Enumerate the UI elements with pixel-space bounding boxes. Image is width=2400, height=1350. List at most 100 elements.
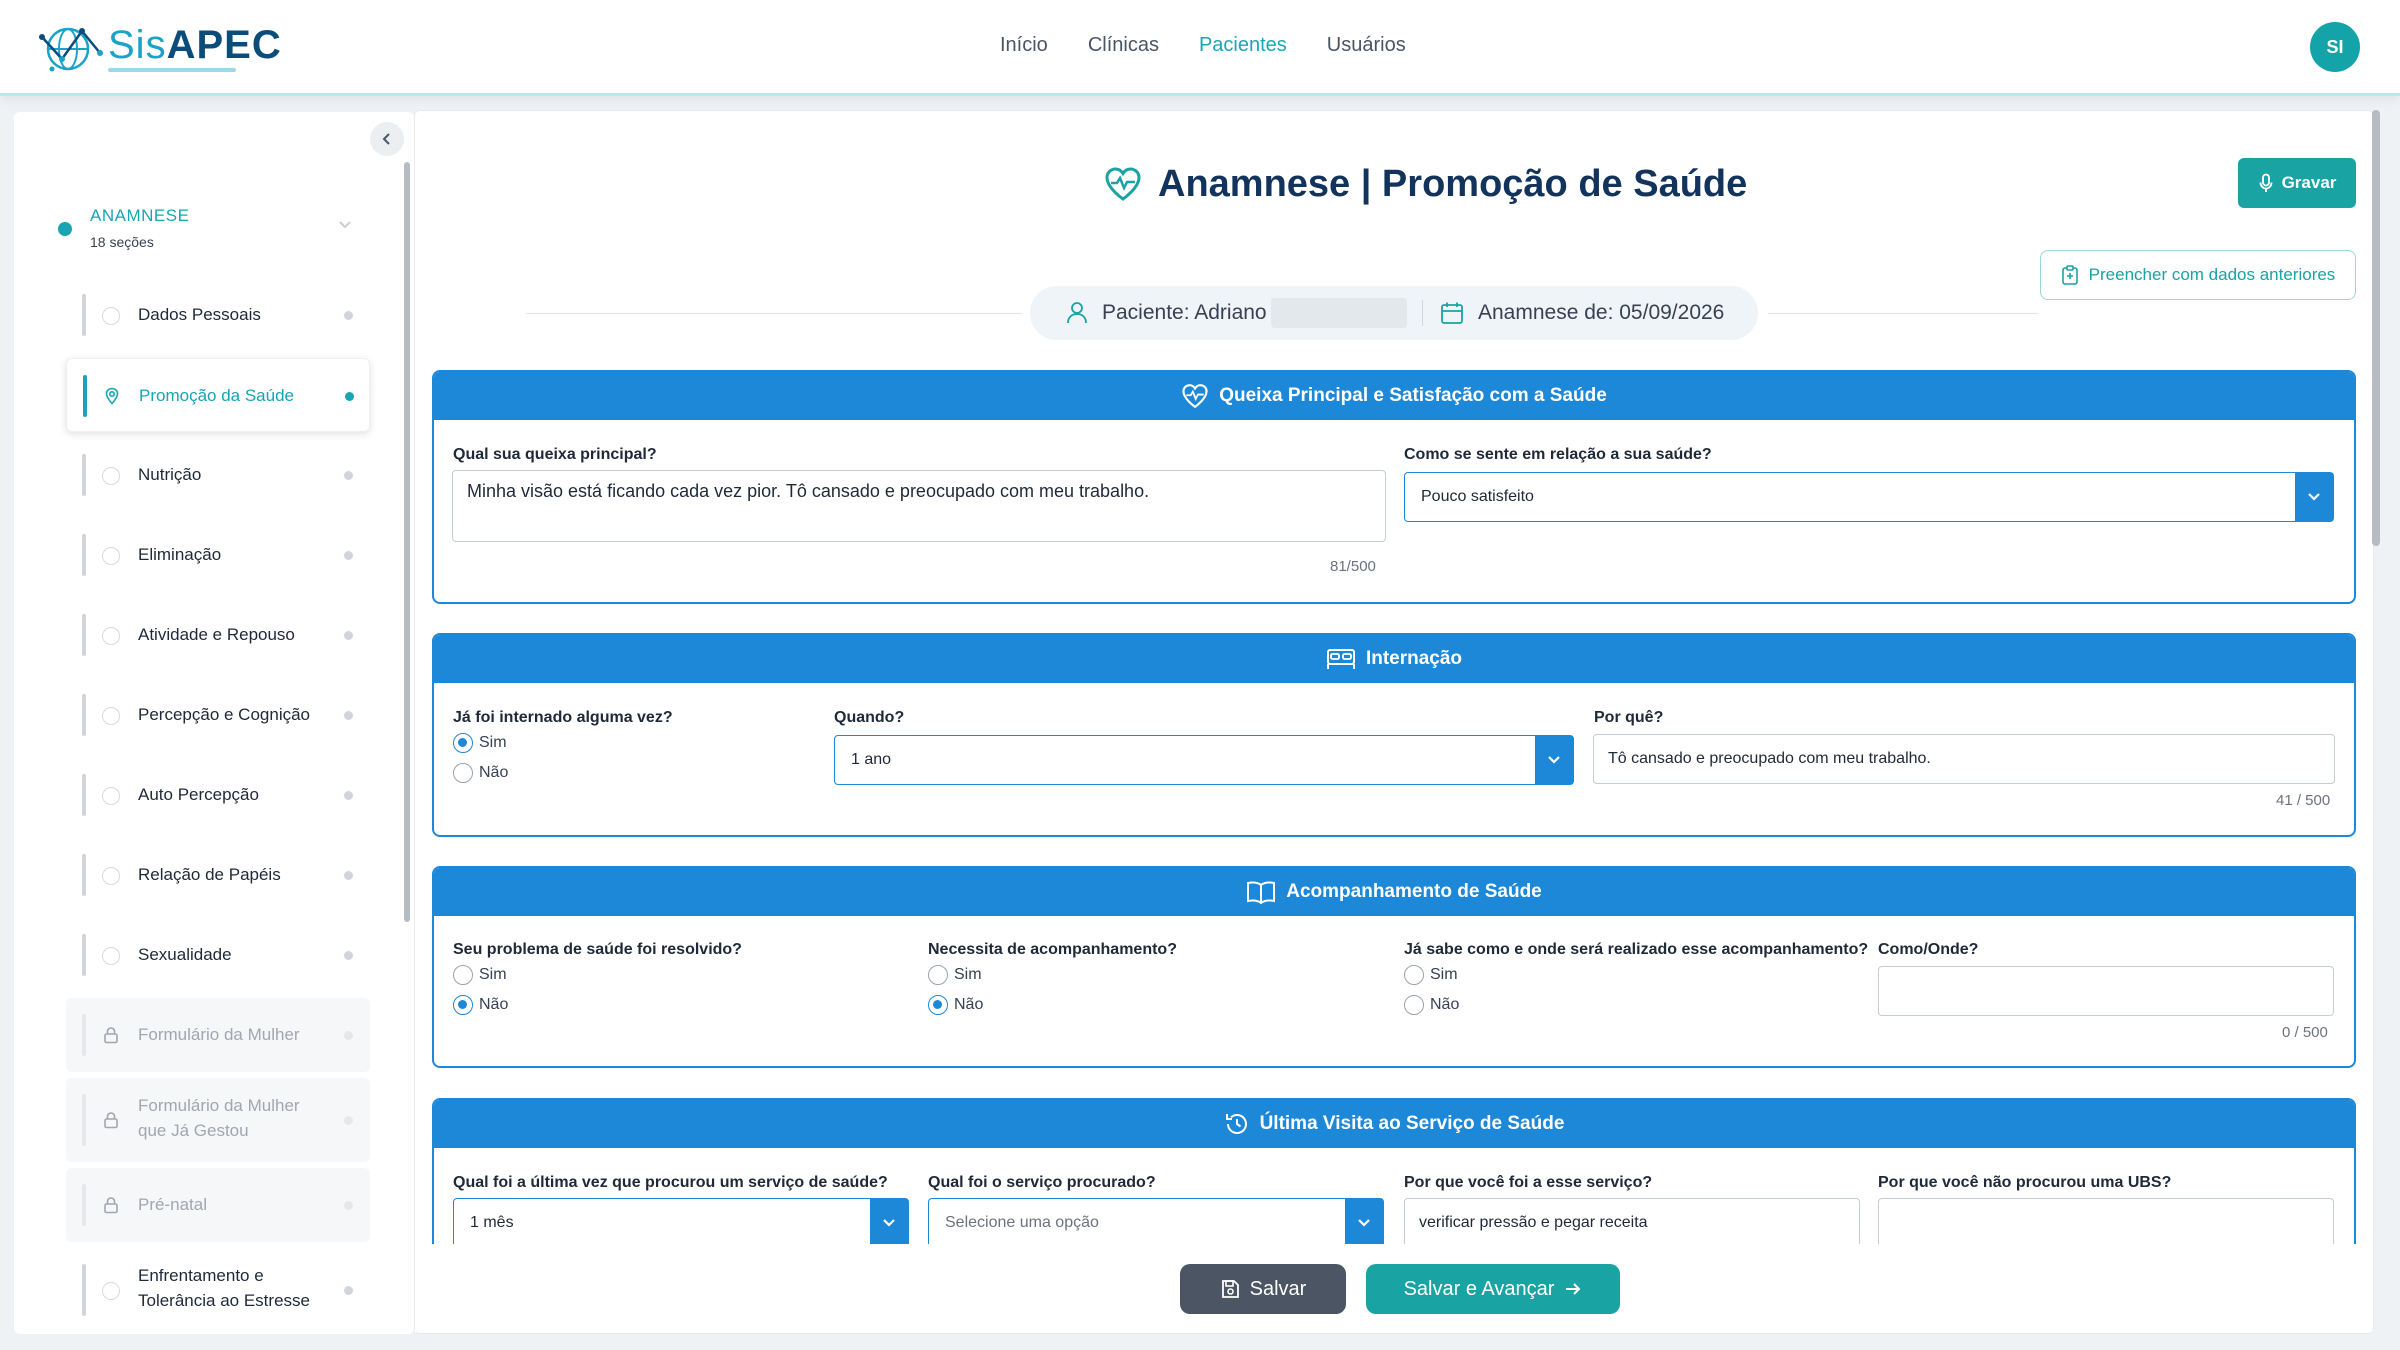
nav-pacientes[interactable]: Pacientes — [1199, 32, 1287, 59]
sidebar-item-sexualidade[interactable]: Sexualidade — [66, 918, 370, 992]
sidebar-item-label: Nutrição — [138, 465, 202, 484]
radio-sabe-sim[interactable]: Sim — [1404, 965, 1458, 985]
main-scrollbar[interactable] — [2372, 110, 2380, 546]
page-title-text: Anamnese | Promoção de Saúde — [1158, 162, 1748, 205]
chevron-down-icon — [1358, 1219, 1370, 1227]
field-label: Já sabe como e onde será realizado esse … — [1404, 941, 1869, 958]
sidebar-item-percepcao-e-cognicao[interactable]: Percepção e Cognição — [66, 678, 370, 752]
field-label: Quando? — [834, 709, 905, 726]
main-nav: Início Clínicas Pacientes Usuários — [1000, 32, 1446, 59]
chevron-down-icon — [2308, 493, 2320, 501]
heart-pulse-icon — [1182, 384, 1208, 409]
user-avatar[interactable]: SI — [2310, 22, 2360, 72]
sidebar-item-nutricao[interactable]: Nutrição — [66, 438, 370, 512]
char-counter: 81/500 — [1330, 558, 1376, 575]
sidebar-item-label: Auto Percepção — [138, 785, 259, 804]
status-dot — [344, 1031, 353, 1040]
section-indicator-dot — [58, 222, 72, 236]
status-dot — [344, 1286, 353, 1295]
lock-icon — [104, 1027, 118, 1044]
sidebar-item-atividade-e-repouso[interactable]: Atividade e Repouso — [66, 598, 370, 672]
sidebar-item-label: Atividade e Repouso — [138, 625, 295, 644]
status-circle-icon — [102, 707, 120, 725]
chevron-down-icon — [1548, 756, 1560, 764]
radio-necessita-sim[interactable]: Sim — [928, 965, 982, 985]
status-dot — [344, 951, 353, 960]
chevron-down-icon[interactable] — [338, 220, 352, 230]
nav-clinicas[interactable]: Clínicas — [1088, 32, 1159, 59]
arrow-right-icon — [1566, 1283, 1581, 1295]
sidebar-item-label: Dados Pessoais — [138, 305, 261, 324]
nav-inicio[interactable]: Início — [1000, 32, 1048, 59]
logo-tagline-bar — [108, 67, 236, 72]
field-label: Necessita de acompanhamento? — [928, 941, 1177, 958]
hospitalization-reason-input[interactable]: Tô cansado e preocupado com meu trabalho… — [1593, 734, 2335, 784]
nav-usuarios[interactable]: Usuários — [1327, 32, 1406, 59]
record-button[interactable]: Gravar — [2238, 158, 2356, 208]
status-dot — [344, 631, 353, 640]
follow-up-where-input[interactable] — [1878, 966, 2334, 1016]
floppy-disk-icon — [1221, 1280, 1239, 1298]
field-label: Qual foi a última vez que procurou um se… — [453, 1174, 888, 1191]
radio-necessita-nao[interactable]: Não — [928, 995, 983, 1015]
top-navbar: SisAPEC Início Clínicas Pacientes Usuári… — [0, 0, 2400, 96]
chief-complaint-textarea[interactable]: Minha visão está ficando cada vez pior. … — [452, 470, 1386, 542]
heart-pulse-icon — [1105, 167, 1141, 201]
location-pin-icon — [105, 387, 119, 405]
why-not-ubs-input[interactable] — [1878, 1198, 2334, 1248]
field-label: Como/Onde? — [1878, 941, 1979, 958]
history-icon — [1225, 1114, 1247, 1134]
status-dot — [344, 791, 353, 800]
radio-sabe-nao[interactable]: Não — [1404, 995, 1459, 1015]
sidebar-item-promocao-da-saude[interactable]: Promoção da Saúde — [66, 358, 370, 432]
sidebar-scrollbar[interactable] — [404, 162, 410, 922]
sidebar-section-count: 18 seções — [90, 234, 154, 250]
sidebar-item-auto-percepcao[interactable]: Auto Percepção — [66, 758, 370, 832]
sidebar-item-eliminacao[interactable]: Eliminação — [66, 518, 370, 592]
card-header: Acompanhamento de Saúde — [434, 868, 2354, 916]
bed-icon — [1326, 649, 1355, 669]
divider-line-right — [1768, 313, 2038, 314]
chevron-left-icon — [382, 133, 390, 145]
radio-internado-nao[interactable]: Não — [453, 763, 508, 783]
hospitalization-when-select[interactable]: 1 ano — [834, 735, 1574, 785]
sisapec-logo[interactable]: SisAPEC — [38, 18, 282, 78]
char-counter: 0 / 500 — [2282, 1024, 2328, 1041]
lock-icon — [104, 1112, 118, 1129]
logo-globe-icon — [39, 27, 103, 72]
visit-reason-input[interactable]: verificar pressão e pegar receita — [1404, 1198, 1860, 1248]
status-circle-icon — [102, 467, 120, 485]
sidebar-item-enfrentamento-e-tolerancia[interactable]: Enfrentamento e Tolerância ao Estresse — [66, 1248, 370, 1332]
status-dot — [344, 1116, 353, 1125]
field-label: Por que você foi a esse serviço? — [1404, 1174, 1653, 1191]
save-and-next-button[interactable]: Salvar e Avançar — [1366, 1264, 1620, 1314]
last-visit-when-select[interactable]: 1 mês — [453, 1198, 909, 1248]
radio-internado-sim[interactable]: Sim — [453, 733, 507, 753]
save-button[interactable]: Salvar — [1180, 1264, 1346, 1314]
patient-name: Paciente: Adriano — [1102, 301, 1267, 324]
sidebar-item-relacao-de-papeis[interactable]: Relação de Papéis — [66, 838, 370, 912]
prefill-previous-data-button[interactable]: Preencher com dados anteriores — [2040, 250, 2356, 300]
status-circle-icon — [102, 627, 120, 645]
health-satisfaction-select[interactable]: Pouco satisfeito — [1404, 472, 2334, 522]
sidebar-item-label: Eliminação — [138, 545, 222, 564]
sidebar-item-label: Pré-natal — [138, 1195, 207, 1214]
sidebar-item-dados-pessoais[interactable]: Dados Pessoais — [66, 278, 370, 352]
status-circle-icon — [102, 1282, 120, 1300]
service-sought-select[interactable]: Selecione uma opção — [928, 1198, 1384, 1248]
collapse-sidebar-button[interactable] — [370, 122, 404, 156]
sidebar-item-label: Sexualidade — [138, 945, 232, 964]
radio-resolvido-nao[interactable]: Não — [453, 995, 508, 1015]
status-circle-icon — [102, 307, 120, 325]
sidebar-item-label: Promoção da Saúde — [139, 386, 294, 405]
card-header: Internação — [434, 635, 2354, 683]
radio-resolvido-sim[interactable]: Sim — [453, 965, 507, 985]
page-title: Anamnese | Promoção de Saúde — [1104, 156, 1747, 212]
anamnese-date: Anamnese de: 05/09/2026 — [1478, 301, 1725, 324]
field-label: Seu problema de saúde foi resolvido? — [453, 941, 742, 958]
field-label: Já foi internado alguma vez? — [453, 709, 673, 726]
card-header: Última Visita ao Serviço de Saúde — [434, 1100, 2354, 1148]
status-dot — [344, 871, 353, 880]
status-dot — [344, 311, 353, 320]
field-label: Qual foi o serviço procurado? — [928, 1174, 1156, 1191]
